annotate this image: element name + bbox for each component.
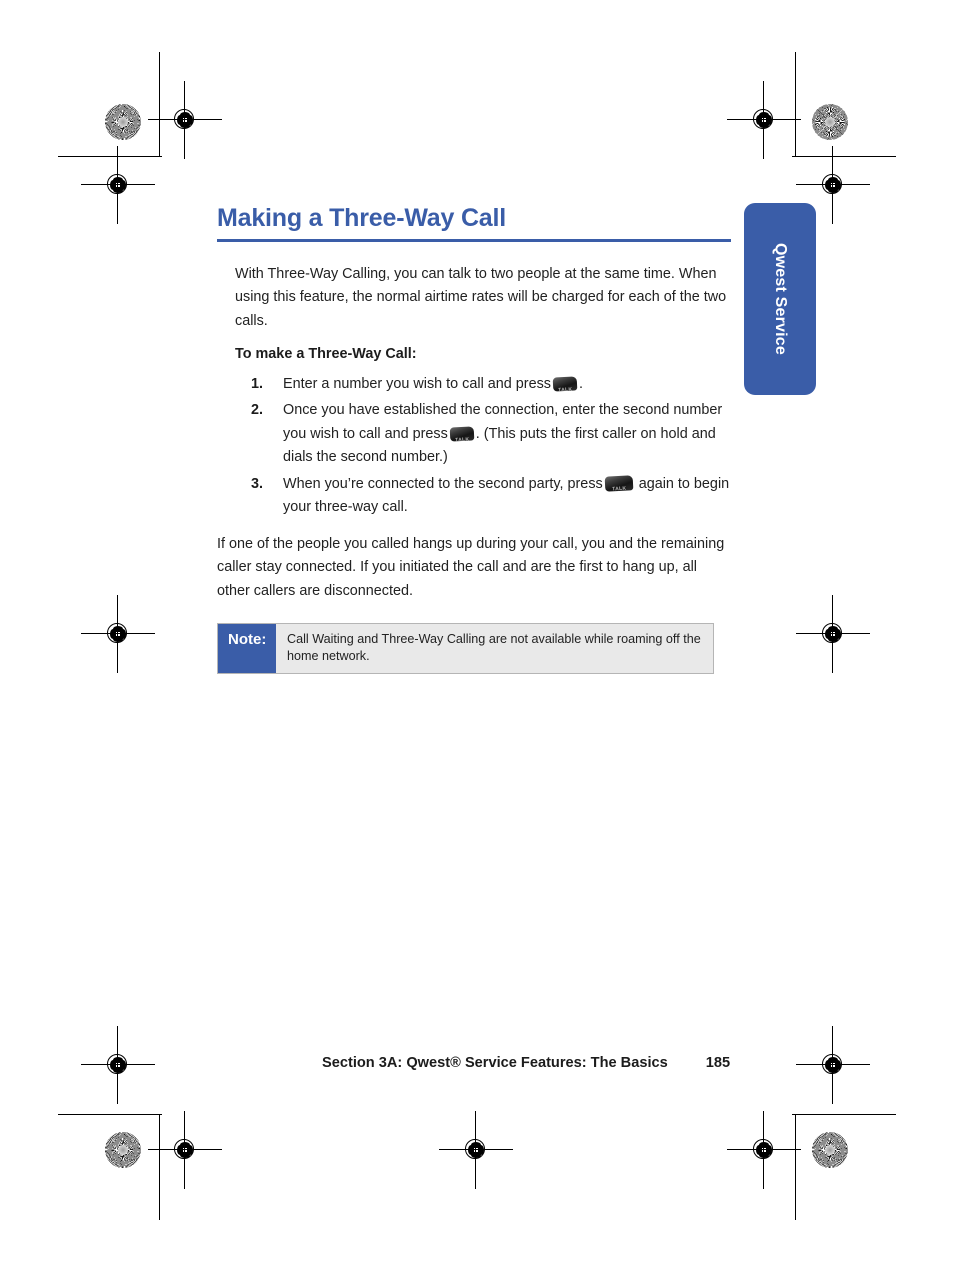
crop-line-bottom-left-vertical bbox=[159, 1114, 160, 1220]
list-item: 3. When you’re connected to the second pa… bbox=[217, 473, 731, 520]
page-footer: Section 3A: Qwest® Service Features: The… bbox=[322, 1055, 752, 1071]
registration-crosshair-icon bbox=[796, 146, 870, 224]
step-text-before: When you’re connected to the second part… bbox=[283, 475, 603, 492]
footer-page-number: 185 bbox=[705, 1055, 731, 1071]
registration-crosshair-icon bbox=[148, 1111, 222, 1189]
crop-line-bottom-right-vertical bbox=[795, 1114, 796, 1220]
registration-crosshair-icon bbox=[81, 1026, 155, 1104]
note-box: Note: Call Waiting and Three-Way Calling… bbox=[217, 623, 714, 674]
procedure-steps-list: 1. Enter a number you wish to call and pr… bbox=[217, 373, 731, 520]
crop-line-top-left-vertical bbox=[159, 52, 160, 156]
title-rule-divider bbox=[217, 238, 731, 242]
registration-crosshair-icon bbox=[81, 146, 155, 224]
note-text: Call Waiting and Three-Way Calling are n… bbox=[287, 632, 701, 663]
list-item: 2. Once you have established the connecti… bbox=[217, 399, 731, 470]
section-side-tab: Qwest Service bbox=[744, 203, 816, 395]
registration-crosshair-icon bbox=[796, 595, 870, 673]
registration-crosshair-icon bbox=[727, 1111, 801, 1189]
registration-crosshair-icon bbox=[796, 1026, 870, 1104]
closing-paragraph: If one of the people you called hangs up… bbox=[217, 535, 725, 599]
registration-crosshair-icon bbox=[439, 1111, 513, 1189]
crop-line-left-bottom-horizontal bbox=[58, 1114, 162, 1115]
step-text-before: Enter a number you wish to call and pres… bbox=[283, 375, 551, 392]
talk-key-icon bbox=[552, 375, 578, 392]
crop-line-right-bottom-horizontal bbox=[792, 1114, 896, 1115]
footer-section-label: Section 3A: Qwest® Service Features: The… bbox=[322, 1055, 668, 1071]
crop-line-right-top-horizontal bbox=[792, 156, 896, 157]
registration-crosshair-icon bbox=[727, 81, 801, 159]
star-density-target-icon bbox=[812, 1132, 848, 1168]
page-title: Making a Three-Way Call bbox=[217, 204, 506, 232]
note-label: Note: bbox=[218, 624, 276, 673]
step-text-after: . bbox=[578, 375, 583, 392]
step-number: 1. bbox=[251, 375, 264, 392]
star-density-target-icon bbox=[105, 1132, 141, 1168]
intro-paragraph: With Three-Way Calling, you can talk to … bbox=[235, 265, 727, 329]
registration-crosshair-icon bbox=[148, 81, 222, 159]
list-item: 1. Enter a number you wish to call and pr… bbox=[217, 373, 731, 397]
star-density-target-icon bbox=[105, 104, 141, 140]
talk-key-icon bbox=[604, 474, 634, 492]
step-number: 3. bbox=[251, 475, 264, 492]
side-tab-label: Qwest Service bbox=[772, 243, 789, 355]
talk-key-icon bbox=[449, 425, 475, 442]
crop-line-left-top-horizontal bbox=[58, 156, 162, 157]
star-density-target-icon bbox=[812, 104, 848, 140]
registration-crosshair-icon bbox=[81, 595, 155, 673]
procedure-lead-in: To make a Three-Way Call: bbox=[235, 346, 417, 362]
step-number: 2. bbox=[251, 402, 264, 418]
page-content: Making a Three-Way Call With Three-Way C… bbox=[217, 204, 731, 674]
crop-line-top-right-vertical bbox=[795, 52, 796, 156]
